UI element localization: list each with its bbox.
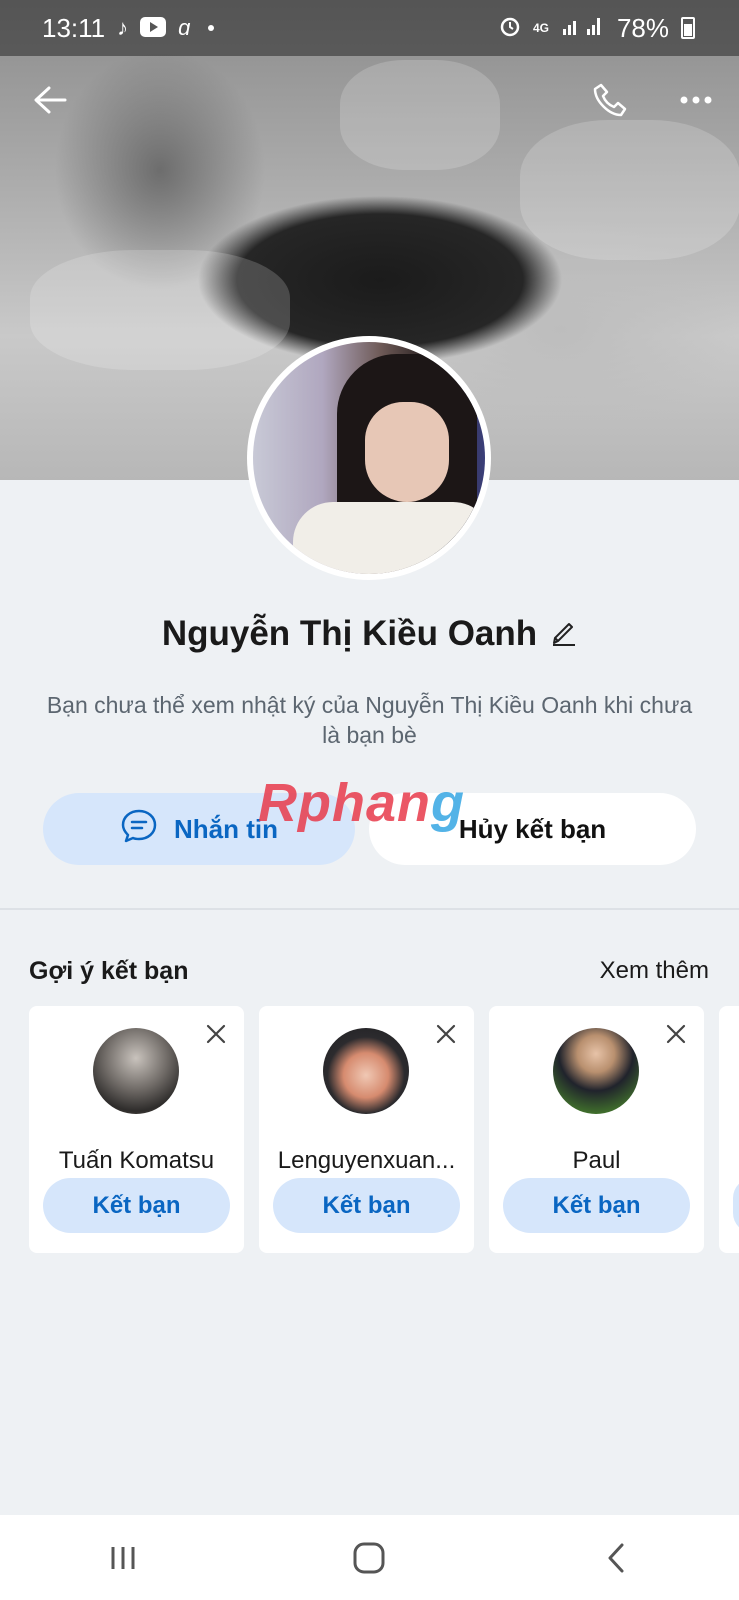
avatar: [323, 1028, 409, 1114]
chat-icon: [120, 808, 158, 851]
avatar: [553, 1028, 639, 1114]
suggestion-name: Tuấn Komatsu: [58, 1147, 215, 1174]
signal-icon: [561, 13, 605, 44]
home-icon[interactable]: [329, 1528, 409, 1588]
suggestion-name: Lenguyenxuan...: [277, 1147, 456, 1174]
suggestion-card[interactable]: Tuấn Komatsu Kết bạn: [29, 1006, 244, 1253]
status-bar: 13:11 ♪ ɑ 4G 78%: [0, 0, 739, 56]
avatar: [93, 1028, 179, 1114]
close-icon[interactable]: [662, 1020, 690, 1048]
network-type: 4G: [532, 21, 549, 35]
youtube-icon: [140, 13, 167, 44]
suggestion-card[interactable]: Paul Kết bạn: [489, 1006, 704, 1253]
back-arrow-icon[interactable]: [26, 76, 74, 124]
avatar: [253, 342, 485, 574]
suggestions-title: Gợi ý kết bạn: [29, 957, 189, 985]
status-time: 13:11: [42, 12, 106, 43]
battery-percent: 78%: [616, 12, 669, 43]
pencil-icon[interactable]: [551, 618, 577, 651]
system-nav-bar: [0, 1515, 739, 1600]
notification-dot-icon: [208, 25, 215, 31]
profile-name: Nguyễn Thị Kiều Oanh: [161, 614, 538, 653]
message-button-label: Nhắn tin: [174, 813, 278, 844]
suggestion-card-partial[interactable]: [719, 1006, 739, 1253]
suggestion-name: Paul: [572, 1147, 621, 1174]
section-divider: [0, 908, 739, 910]
add-friend-button[interactable]: Kết bạn: [273, 1178, 460, 1233]
add-friend-button[interactable]: [733, 1178, 739, 1233]
close-icon[interactable]: [202, 1020, 230, 1048]
suggestion-card[interactable]: Lenguyenxuan... Kết bạn: [259, 1006, 474, 1253]
recent-apps-icon[interactable]: [83, 1528, 163, 1588]
more-icon[interactable]: [672, 76, 720, 124]
alarm-icon: [499, 13, 521, 44]
diary-notice: Bạn chưa thể xem nhật ký của Nguyễn Thị …: [46, 692, 693, 748]
add-friend-button[interactable]: Kết bạn: [43, 1178, 230, 1233]
phone-icon[interactable]: [586, 76, 634, 124]
close-icon[interactable]: [432, 1020, 460, 1048]
profile-avatar[interactable]: [247, 336, 491, 580]
unfriend-button-label: Hủy kết bạn: [458, 813, 607, 844]
message-button[interactable]: Nhắn tin: [43, 793, 355, 865]
tiktok-icon: ♪: [117, 15, 129, 40]
profile-name-row: Nguyễn Thị Kiều Oanh: [0, 614, 739, 654]
battery-icon: [681, 17, 695, 39]
messenger-icon: ɑ: [178, 15, 191, 40]
unfriend-button[interactable]: Hủy kết bạn: [369, 793, 696, 865]
back-icon[interactable]: [576, 1528, 656, 1588]
see-more-link[interactable]: Xem thêm: [600, 957, 709, 985]
add-friend-button[interactable]: Kết bạn: [503, 1178, 690, 1233]
